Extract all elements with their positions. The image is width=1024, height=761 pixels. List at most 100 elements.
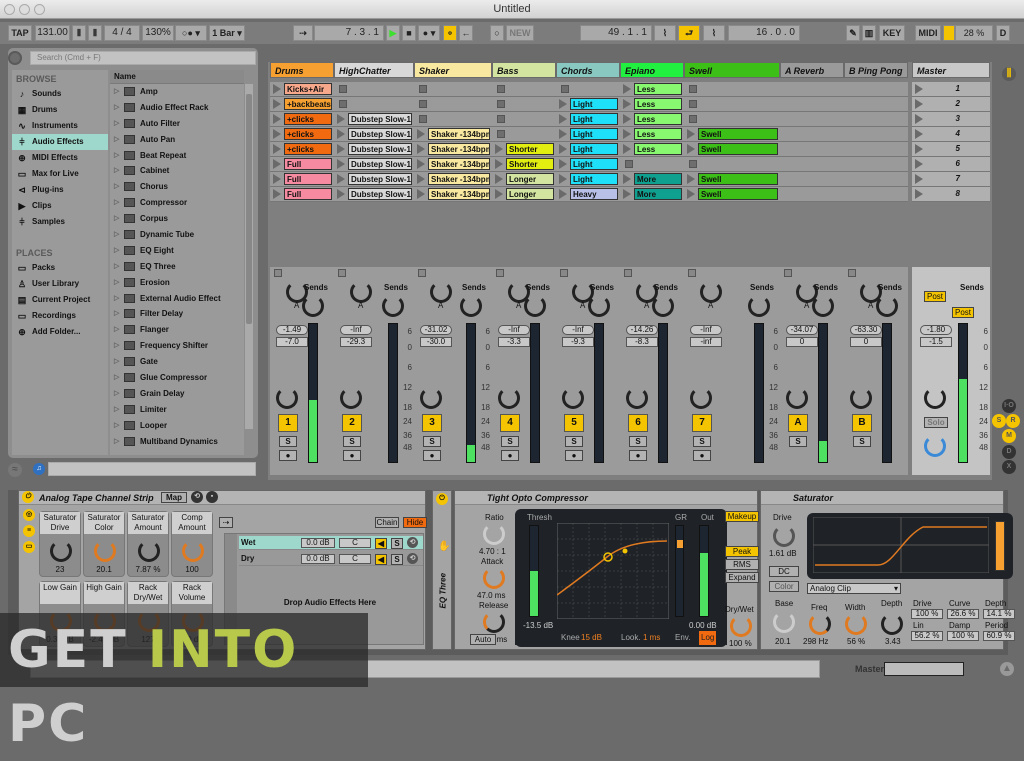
automation-arm-button[interactable]: ○ — [490, 25, 504, 41]
minimize-button[interactable] — [19, 4, 30, 15]
chain-solo[interactable]: S — [391, 554, 403, 565]
post-a-button[interactable]: Post — [924, 291, 946, 302]
attack-knob[interactable] — [483, 567, 505, 589]
master-pan-knob[interactable] — [924, 387, 946, 409]
clip-slot-empty[interactable] — [780, 187, 844, 202]
pan-knob[interactable] — [562, 387, 584, 409]
solo-button[interactable]: S — [629, 436, 647, 447]
clip-launch-icon[interactable] — [273, 129, 281, 139]
send-b-knob[interactable] — [748, 295, 770, 317]
chain-volume[interactable]: 0.0 dB — [301, 538, 335, 548]
clip-launch-icon[interactable] — [687, 144, 695, 154]
clip-slot[interactable]: Light — [556, 157, 620, 172]
metronome-button[interactable]: ○● ▾ — [175, 25, 207, 41]
track-stop-icon[interactable] — [338, 269, 346, 277]
clip-slot-empty[interactable] — [334, 97, 414, 112]
macro-knob[interactable] — [94, 540, 116, 562]
chain-solo[interactable]: S — [391, 538, 403, 549]
clip-slot[interactable]: +clicks — [270, 127, 334, 142]
master-header[interactable]: Master — [912, 62, 990, 78]
track-stop-icon[interactable] — [624, 269, 632, 277]
track-volume-field[interactable]: -3.3 — [498, 337, 530, 347]
list-item[interactable]: External Audio Effect — [110, 291, 244, 307]
track-volume-field[interactable]: -8.3 — [626, 337, 658, 347]
track-volume-field[interactable]: -7.0 — [276, 337, 308, 347]
clip-launch-icon[interactable] — [273, 159, 281, 169]
saturator-param-field[interactable]: 100 % — [911, 609, 943, 619]
midi-map-button[interactable]: MIDI — [915, 25, 941, 41]
arm-button[interactable]: ● — [565, 450, 583, 461]
punch-out-button[interactable]: ⌇ — [703, 25, 725, 41]
list-item[interactable]: Cabinet — [110, 163, 244, 179]
clip-slot-empty[interactable] — [844, 97, 908, 112]
track-activator[interactable]: 4 — [500, 414, 520, 432]
zoom-field[interactable]: 130% — [142, 25, 174, 41]
clip-launch-icon[interactable] — [273, 174, 281, 184]
expand-button[interactable]: Expand — [725, 572, 759, 583]
device-power-icon[interactable]: ⏻ — [22, 491, 34, 503]
saturator-param-field[interactable]: 60.9 % — [983, 631, 1015, 641]
lookahead-value[interactable]: 1 ms — [643, 631, 660, 645]
place-packs[interactable]: ▭ Packs — [12, 260, 108, 276]
send-b-knob[interactable] — [524, 295, 546, 317]
clip-slot[interactable]: Swell — [684, 142, 780, 157]
saturator-param-field[interactable]: 56.2 % — [911, 631, 943, 641]
clip-stop-icon[interactable] — [689, 115, 697, 123]
track-stop-icon[interactable] — [784, 269, 792, 277]
clip[interactable]: Kicks+Air — [284, 83, 332, 95]
chain-pan[interactable]: C — [339, 554, 371, 564]
send-a-knob[interactable] — [430, 281, 452, 303]
clip[interactable]: +clicks — [284, 128, 332, 140]
macro-view-icon[interactable]: ◎ — [23, 509, 35, 521]
clip-slot[interactable]: Dubstep Slow-1 — [334, 172, 414, 187]
clip-stop-icon[interactable] — [419, 85, 427, 93]
solo-button[interactable]: S — [501, 436, 519, 447]
clip-slot-empty[interactable] — [492, 97, 556, 112]
clip[interactable]: +clicks — [284, 113, 332, 125]
clip-slot[interactable]: Shaker -134bpm — [414, 172, 492, 187]
clip[interactable]: More — [634, 173, 682, 185]
solo-button[interactable]: S — [853, 436, 871, 447]
clip-slot-empty[interactable] — [414, 97, 492, 112]
send-b-knob[interactable] — [812, 295, 834, 317]
clip[interactable]: Heavy — [570, 188, 618, 200]
clip[interactable]: Light — [570, 173, 618, 185]
category-max-for-live[interactable]: ▭ Max for Live — [12, 166, 108, 182]
list-item[interactable]: Chorus — [110, 179, 244, 195]
pan-knob[interactable] — [420, 387, 442, 409]
clip-slot[interactable]: Dubstep Slow-1 — [334, 187, 414, 202]
scene-launch[interactable]: 1 — [912, 82, 990, 97]
macro-1[interactable]: Saturator Drive 23 — [39, 511, 81, 577]
category-plug-ins[interactable]: ⊲ Plug-ins — [12, 182, 108, 198]
clip-launch-icon[interactable] — [559, 144, 567, 154]
clip[interactable]: Longer — [506, 173, 554, 185]
clip[interactable]: Less — [634, 113, 682, 125]
clip-slot[interactable]: Light — [556, 112, 620, 127]
clip-launch-icon[interactable] — [559, 174, 567, 184]
clip-slot-empty[interactable] — [556, 82, 620, 97]
clip-launch-icon[interactable] — [559, 189, 567, 199]
clip-launch-icon[interactable] — [273, 189, 281, 199]
clip-slot[interactable]: Less — [620, 112, 684, 127]
clip-stop-icon[interactable] — [419, 115, 427, 123]
track-activator[interactable]: 5 — [564, 414, 584, 432]
clip-slot[interactable]: More — [620, 187, 684, 202]
drop-zone[interactable]: Drop Audio Effects Here — [245, 598, 415, 607]
save-preset-icon[interactable]: ▪ — [206, 491, 218, 503]
clip[interactable]: Swell — [698, 128, 778, 140]
clip[interactable]: Full — [284, 173, 332, 185]
category-audio-effects[interactable]: ⫩ Audio Effects — [12, 134, 108, 150]
track-volume-field[interactable]: -inf — [690, 337, 722, 347]
post-b-button[interactable]: Post — [952, 307, 974, 318]
clip[interactable]: Dubstep Slow-1 — [348, 188, 412, 200]
chain-hotswap-icon[interactable]: ⟲ — [407, 537, 418, 548]
clip-stop-icon[interactable] — [497, 85, 505, 93]
clip-slot-empty[interactable] — [492, 127, 556, 142]
track-stop-icon[interactable] — [418, 269, 426, 277]
release-knob[interactable] — [483, 611, 505, 633]
nudge-down-button[interactable]: ⦀ — [72, 25, 86, 41]
list-item[interactable]: Auto Filter — [110, 116, 244, 132]
clip-stop-icon[interactable] — [561, 85, 569, 93]
list-item[interactable]: EQ Three — [110, 259, 244, 275]
track-stop-icon[interactable] — [560, 269, 568, 277]
